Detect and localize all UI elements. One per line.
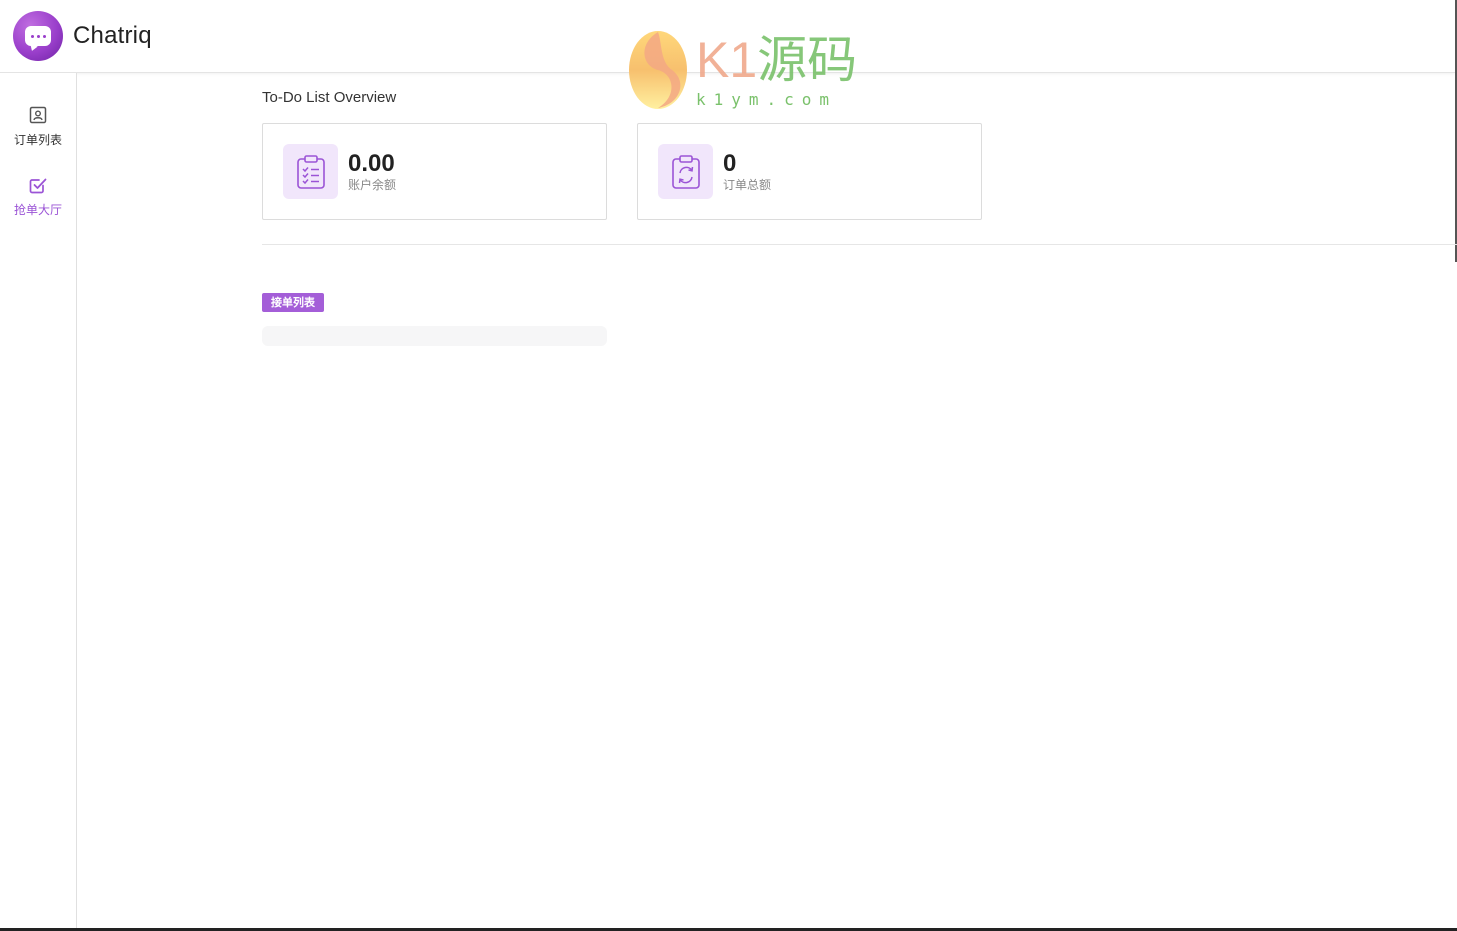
order-list-icon [29,106,47,124]
stat-icon-box [658,144,713,199]
app-root: Chatriq K1源码 k1ym.com 订单列表 抢单大厅 To-Do Li… [0,0,1457,931]
sidebar-item-grab-orders[interactable]: 抢单大厅 [0,175,76,235]
section-divider [262,244,1457,245]
app-title: Chatriq [73,22,152,49]
stat-card-order-total: 0 订单总额 [637,123,982,220]
stat-label-balance: 账户余额 [348,178,397,192]
sidebar-item-order-list[interactable]: 订单列表 [0,105,76,165]
page-title: To-Do List Overview [262,89,397,106]
stat-icon-box [283,144,338,199]
top-header: Chatriq [0,0,1455,73]
clipboard-checklist-icon [296,154,325,189]
sidebar-item-label: 抢单大厅 [13,203,62,217]
loading-placeholder [262,326,607,346]
clipboard-refresh-icon [671,154,700,189]
stat-value-order-total: 0 [723,150,737,177]
chat-bubble-icon [25,26,51,46]
watermark-url: k1ym.com [696,90,838,109]
stat-value-balance: 0.00 [348,150,395,177]
sidebar: 订单列表 抢单大厅 [0,73,77,928]
order-list-tag[interactable]: 接单列表 [262,293,324,312]
stat-label-order-total: 订单总额 [723,178,772,192]
sidebar-item-label: 订单列表 [13,133,62,147]
app-logo[interactable] [13,11,63,61]
checkbox-icon [29,178,47,194]
stat-card-balance: 0.00 账户余额 [262,123,607,220]
